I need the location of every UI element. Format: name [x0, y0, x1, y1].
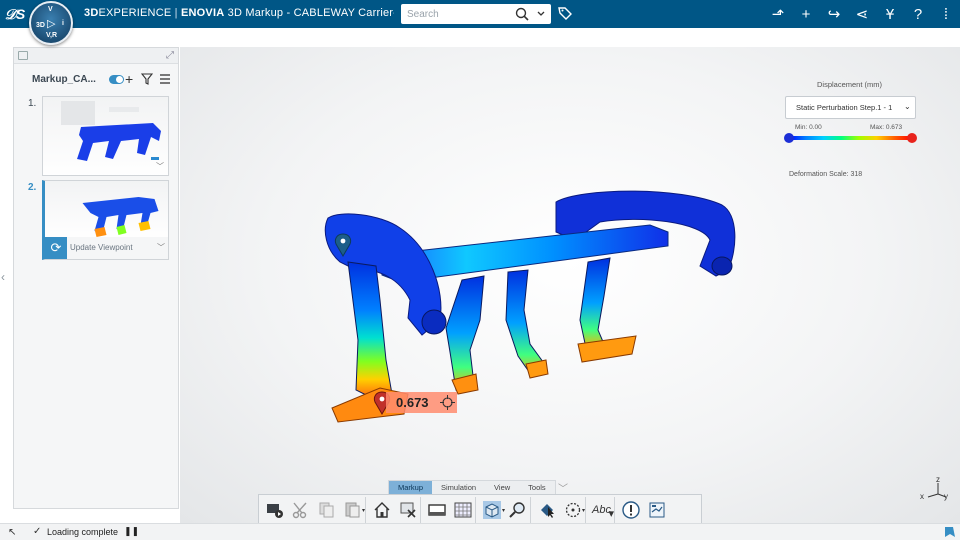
chevron-left-icon[interactable]: ‹ [1, 270, 5, 284]
check-icon: ✓ [33, 526, 42, 537]
delete-view-button[interactable] [395, 497, 421, 523]
tab-markup[interactable]: Markup [389, 481, 433, 494]
zoom-fit-icon [508, 502, 525, 518]
visibility-toggle[interactable] [109, 75, 124, 84]
exclamation-icon [622, 501, 640, 519]
capture-icon [267, 504, 283, 518]
legend-min-label: Min: 0.00 [795, 124, 822, 131]
bookmark-icon[interactable] [944, 525, 956, 539]
axis-triad-icon[interactable] [926, 482, 948, 498]
slide-number: 1. [28, 98, 37, 109]
result-step-value: Static Perturbation Step.1 - 1 [796, 103, 893, 112]
tab-tools[interactable]: Tools [519, 481, 555, 494]
copy-button[interactable] [314, 497, 340, 523]
refresh-icon[interactable]: ⟳ [45, 237, 67, 259]
filter-icon[interactable] [141, 73, 153, 85]
copy-icon [319, 502, 334, 518]
slide-thumbnail-1[interactable]: ﹀ [42, 96, 169, 176]
zoom-button[interactable] [505, 497, 531, 523]
export-button[interactable] [644, 497, 670, 523]
legend-max-handle[interactable] [907, 133, 917, 143]
grid-icon [454, 502, 471, 518]
paste-icon [345, 502, 359, 518]
status-bar: ↖ ✓ Loading complete ❚❚ [0, 523, 960, 540]
expand-icon[interactable]: ⤢ [166, 50, 174, 61]
chevron-down-icon[interactable]: ﹀ [558, 480, 568, 495]
slide-thumbnail-2[interactable]: ⟳ Update Viewpoint ﹀ [42, 180, 169, 260]
action-bar-tabs: Markup Simulation View Tools [388, 480, 556, 495]
delete-view-icon [400, 502, 416, 518]
select-arrow-icon[interactable]: ↖ [8, 527, 16, 538]
view-mode-button[interactable]: ▾ [479, 497, 505, 523]
paste-button[interactable]: ▾ [340, 497, 366, 523]
compass-left-label: 3D [36, 22, 45, 29]
fullscreen-button[interactable] [424, 497, 450, 523]
tab-view[interactable]: View [485, 481, 519, 494]
home-button[interactable] [369, 497, 395, 523]
circle-icon [565, 502, 580, 518]
panel-collapse-icon[interactable] [18, 51, 28, 60]
dropdown-arrow-icon: ▾ [581, 508, 585, 514]
scissors-icon [292, 502, 307, 519]
slide-2-preview [45, 181, 168, 239]
screen-icon [428, 504, 446, 516]
chevron-down-icon[interactable]: ﹀ [157, 242, 165, 253]
capture-button[interactable] [262, 497, 288, 523]
dropdown-arrow-icon: ▾ [361, 508, 365, 514]
cut-button[interactable] [288, 497, 314, 523]
status-text: Loading complete [47, 527, 119, 537]
compass-bottom-label: V,R [46, 32, 58, 39]
axis-x-label: x [920, 492, 924, 501]
action-bar: ▾ ▾ ▾ Abc ▾ [258, 494, 702, 526]
deformation-scale-label: Deformation Scale: 318 [789, 171, 863, 178]
info-button[interactable] [618, 497, 644, 523]
tab-simulation[interactable]: Simulation [432, 481, 485, 494]
compass-right-label: i [62, 20, 64, 27]
result-step-select[interactable]: Static Perturbation Step.1 - 1 ⌄ [785, 96, 916, 119]
legend-max-label: Max: 0.673 [870, 124, 903, 131]
compass-top-label: V [48, 6, 53, 13]
dropdown-arrow-icon: ▾ [608, 508, 614, 520]
play-icon: ▷ [47, 18, 56, 30]
text-markup-button[interactable]: Abc ▾ [589, 497, 615, 523]
compass-icon[interactable]: V 3D ▷ i V,R [29, 1, 73, 45]
menu-icon[interactable] [159, 73, 171, 85]
update-viewpoint-label[interactable]: Update Viewpoint [70, 243, 133, 252]
select-button[interactable] [534, 497, 560, 523]
home-icon [374, 502, 390, 518]
markup-title: Markup_CA... [32, 74, 96, 85]
add-slide-icon[interactable]: + [125, 71, 133, 87]
chevron-down-icon: ⌄ [904, 102, 911, 111]
crosshair-icon[interactable] [440, 395, 455, 410]
max-value-text: 0.673 [396, 395, 429, 410]
pause-icon[interactable]: ❚❚ [124, 526, 139, 537]
legend-color-bar [788, 136, 912, 140]
markup-slides-panel: ⤢ Markup_CA... + 1. ﹀ 2. ⟳ Update Viewpo… [13, 47, 179, 509]
max-value-annotation[interactable]: 0.673 [386, 392, 457, 413]
panel-header: Markup_CA... + [14, 70, 178, 90]
update-viewpoint-bar[interactable]: ⟳ Update Viewpoint ﹀ [45, 237, 168, 259]
slide-1-preview [43, 97, 168, 175]
legend-title: Displacement (mm) [817, 80, 883, 89]
circle-markup-button[interactable]: ▾ [560, 497, 586, 523]
export-icon [649, 502, 665, 518]
legend-min-handle[interactable] [784, 133, 794, 143]
panel-top-bar: ⤢ [14, 48, 178, 64]
slide-number: 2. [28, 182, 37, 193]
cube-view-icon [483, 501, 501, 519]
chevron-down-icon[interactable]: ﹀ [156, 161, 164, 172]
grid-button[interactable] [450, 497, 476, 523]
select-cursor-icon [541, 504, 554, 518]
